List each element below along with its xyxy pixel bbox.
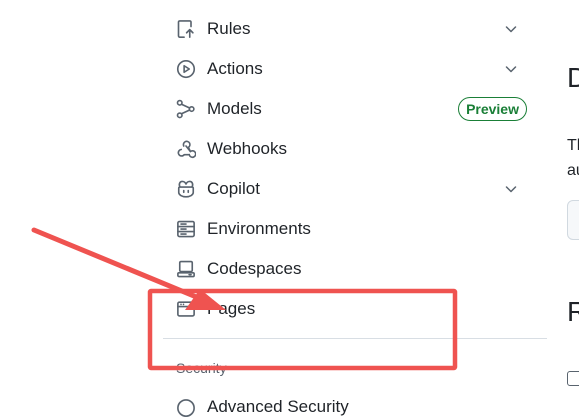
sidebar-item-rules[interactable]: Rules: [163, 9, 533, 49]
server-icon: [176, 219, 196, 239]
rules-icon: [176, 19, 196, 39]
copilot-icon: [176, 179, 196, 199]
chevron-down-icon[interactable]: [503, 181, 519, 197]
models-icon: [176, 99, 196, 119]
input-box[interactable]: [567, 200, 579, 240]
sidebar-item-label: Rules: [207, 19, 251, 38]
sidebar-item-advanced-security[interactable]: Advanced Security: [163, 390, 533, 420]
sidebar-item-label: Copilot: [207, 179, 260, 198]
sidebar-item-label: Codespaces: [207, 259, 302, 278]
sidebar-item-pages[interactable]: Pages: [163, 289, 533, 329]
sidebar-item-label: Environments: [207, 219, 311, 238]
browser-icon: [176, 299, 196, 319]
sidebar-item-codespaces[interactable]: Codespaces: [163, 249, 533, 289]
shield-icon: [176, 398, 196, 418]
sidebar-item-webhooks[interactable]: Webhooks: [163, 129, 533, 169]
codespaces-icon: [176, 259, 196, 279]
play-icon: [176, 59, 196, 79]
section-heading-security: Security: [176, 360, 227, 376]
chevron-down-icon[interactable]: [503, 61, 519, 77]
sidebar-item-label: Models: [207, 99, 262, 118]
sidebar-item-actions[interactable]: Actions: [163, 49, 533, 89]
sidebar-item-label: Advanced Security: [207, 397, 349, 416]
description-text: Th: [567, 137, 579, 154]
sidebar-item-copilot[interactable]: Copilot: [163, 169, 533, 209]
sidebar-item-label: Actions: [207, 59, 263, 78]
page-heading: D: [567, 62, 579, 93]
sidebar-item-label: Pages: [207, 299, 256, 318]
settings-sidebar: Rules Actions Models Preview Webhooks Co…: [163, 0, 547, 417]
preview-badge: Preview: [458, 97, 527, 121]
sidebar-item-environments[interactable]: Environments: [163, 209, 533, 249]
main-content: D Th au R: [557, 0, 579, 405]
checkbox[interactable]: [567, 371, 579, 386]
webhook-icon: [176, 139, 196, 159]
section-heading: R: [567, 296, 579, 327]
chevron-down-icon[interactable]: [503, 21, 519, 37]
divider: [163, 338, 547, 339]
sidebar-item-label: Webhooks: [207, 139, 288, 158]
sidebar-item-models[interactable]: Models Preview: [163, 89, 533, 129]
description-text-continued: au: [567, 162, 579, 179]
